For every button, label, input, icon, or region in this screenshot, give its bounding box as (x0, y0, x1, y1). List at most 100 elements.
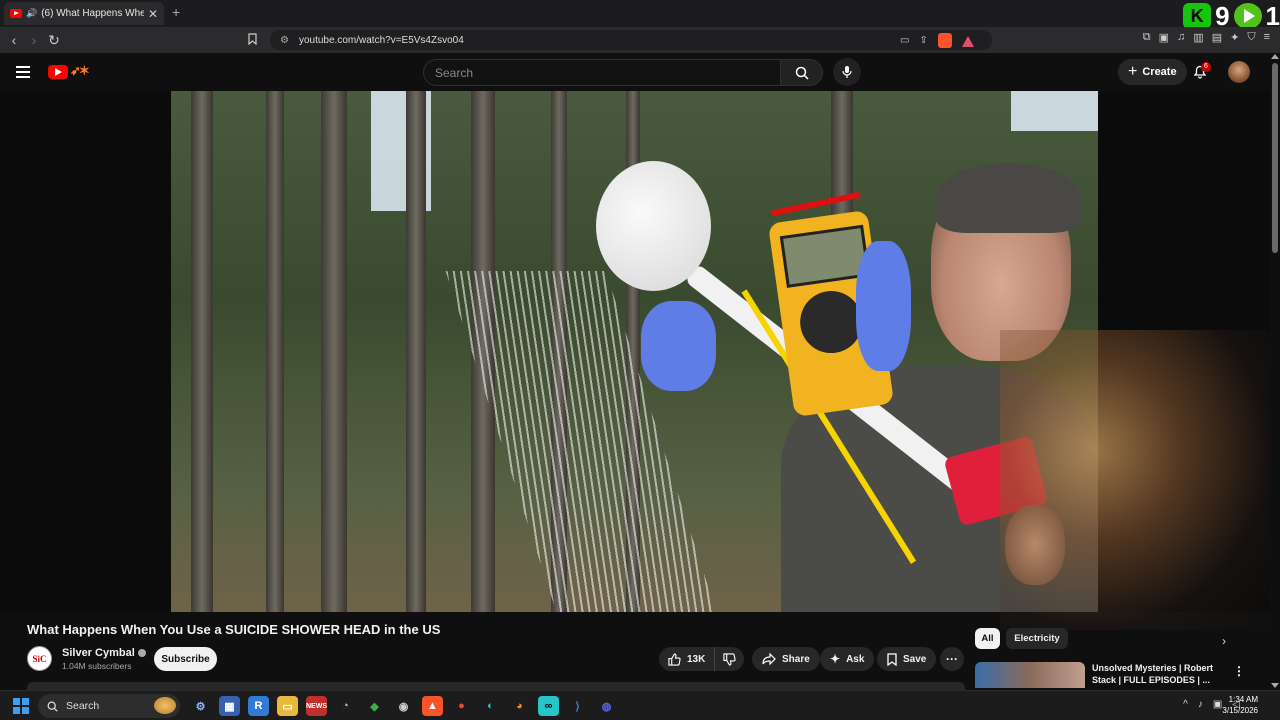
url-text: youtube.com/watch?v=E5Vs4Zsvo04 (298, 34, 464, 46)
search-icon (795, 66, 809, 80)
scroll-up-icon[interactable] (1271, 54, 1279, 59)
tree-trunk (406, 91, 426, 612)
blue-glove (641, 301, 716, 391)
address-bar[interactable]: ⚙ youtube.com/watch?v=E5Vs4Zsvo04 (270, 30, 992, 50)
edge-icon[interactable]: ◐ (480, 696, 501, 716)
channel-name[interactable]: Silver Cymbal (62, 647, 146, 659)
avatar[interactable] (1228, 61, 1250, 83)
github-icon[interactable]: ◉ (393, 696, 414, 716)
tray-overflow-icon[interactable]: ^ (1183, 699, 1188, 710)
speaker-icon[interactable]: 🔊 (26, 8, 37, 19)
brave-browser-icon[interactable]: ▲ (422, 696, 443, 716)
remote-desktop-icon[interactable]: R (248, 696, 269, 716)
extensions-icon[interactable]: ⧉ (1143, 31, 1151, 44)
brave-shields-icon[interactable] (937, 33, 952, 48)
new-tab-button[interactable]: + (172, 4, 180, 20)
chip-electricity[interactable]: Electricity (1006, 628, 1068, 649)
youtube-header: ➶✶ + Create 6 (0, 53, 1270, 91)
wallet-icon[interactable]: ▤ (1212, 31, 1222, 44)
browser-tab[interactable]: 🔊 (6) What Happens When You ✕ (4, 2, 164, 25)
search-button[interactable] (781, 59, 823, 86)
share-page-icon[interactable]: ⇪ (919, 35, 927, 46)
ask-label: Ask (846, 653, 865, 665)
youtube-doodle-icon[interactable]: ➶✶ (70, 63, 90, 79)
microphone-icon[interactable]: ♪ (1198, 699, 1203, 710)
menu-icon[interactable]: ≡ (1264, 31, 1270, 44)
create-button[interactable]: + Create (1118, 59, 1187, 85)
thumbs-down-icon (723, 652, 736, 666)
dislike-button[interactable] (715, 652, 744, 666)
file-explorer-icon[interactable]: ▭ (277, 696, 298, 716)
scroll-down-icon[interactable] (1271, 683, 1279, 688)
reload-icon[interactable]: ↻ (44, 32, 64, 49)
leo-ai-icon[interactable]: ✦ (1230, 31, 1239, 44)
windows-start-icon[interactable] (13, 698, 29, 714)
clock-time: 1:34 AM (1228, 695, 1258, 704)
chevron-right-icon[interactable]: › (1222, 634, 1226, 648)
back-icon[interactable]: ‹ (4, 32, 24, 48)
page-scrollbar[interactable] (1270, 53, 1280, 690)
more-actions-button[interactable]: ··· (940, 647, 964, 671)
channel-name-text: Silver Cymbal (62, 647, 135, 659)
tab-close-icon[interactable]: ✕ (148, 7, 158, 21)
search-input[interactable] (423, 59, 781, 86)
recommendation-thumbnail[interactable] (975, 662, 1085, 688)
vscode-icon[interactable]: ⟩ (567, 696, 588, 716)
browser-tab-strip: 🔊 (6) What Happens When You ✕ + K 9 1 (0, 0, 1280, 31)
ask-button[interactable]: ✦ Ask (820, 647, 875, 671)
app-icon[interactable]: ▦ (219, 696, 240, 716)
thumbs-up-icon (668, 652, 681, 666)
video-frame[interactable] (171, 91, 1098, 612)
webcam-face (1005, 505, 1065, 585)
scroll-thumb[interactable] (1272, 63, 1278, 253)
sparkle-icon: ✦ (830, 652, 841, 666)
browser-toolbar: ‹ › ↻ ⚙ youtube.com/watch?v=E5Vs4Zsvo04 … (0, 27, 1280, 53)
subscriber-count: 1.04M subscribers (62, 661, 132, 671)
save-button[interactable]: Save (877, 647, 937, 671)
channel-avatar[interactable]: SiC (27, 646, 52, 671)
clock-app-icon[interactable]: ◔ (335, 696, 356, 716)
cast-icon[interactable]: ▭ (900, 35, 909, 46)
share-button[interactable]: Share (752, 647, 820, 671)
microphone-icon (842, 66, 852, 78)
voice-search-button[interactable] (833, 58, 861, 86)
chip-all[interactable]: All (975, 628, 1000, 649)
verified-icon (137, 649, 146, 658)
forward-icon[interactable]: › (24, 32, 44, 48)
recommendation-title[interactable]: Unsolved Mysteries | Robert Stack | FULL… (1092, 662, 1220, 686)
like-button[interactable]: 13K (659, 647, 716, 671)
firefox-icon[interactable]: ◕ (509, 696, 530, 716)
share-icon (762, 653, 776, 665)
subscribe-button[interactable]: Subscribe (154, 647, 217, 671)
pie-day-icon (154, 697, 176, 714)
sidebar-toggle-icon[interactable]: ▥ (1193, 31, 1203, 44)
taskbar-apps: ⚙ ▦ R ▭ NEWS ◔ ◆ ◉ ▲ ● ◐ ◕ ∞ ⟩ ◍ (190, 696, 617, 716)
news-app-icon[interactable]: NEWS (306, 696, 327, 716)
maps-app-icon[interactable]: ◆ (364, 696, 385, 716)
site-settings-icon[interactable]: ⚙ (280, 35, 289, 46)
chrome-icon[interactable]: ● (451, 696, 472, 716)
brave-rewards-icon[interactable] (961, 36, 974, 47)
vpn-icon[interactable]: ⛉ (1247, 31, 1255, 44)
taskbar-clock[interactable]: 1:34 AM 3/15/2026 (1222, 694, 1258, 716)
person-hair (936, 163, 1081, 233)
description-box[interactable] (27, 682, 965, 690)
like-count: 13K (687, 653, 706, 665)
guide-menu-icon[interactable] (16, 66, 30, 81)
play-badge-icon (1233, 3, 1262, 29)
recommendation-more-icon[interactable]: ⋮ (1233, 664, 1245, 678)
taskbar-search[interactable]: Search (38, 694, 180, 718)
media-icon[interactable]: ♫ (1177, 31, 1185, 44)
task-view-icon[interactable]: ⚙ (190, 696, 211, 716)
bookmark-icon[interactable] (248, 33, 257, 48)
search-box (423, 59, 823, 86)
discord-icon[interactable]: ◍ (596, 696, 617, 716)
windows-taskbar: Search ⚙ ▦ R ▭ NEWS ◔ ◆ ◉ ▲ ● ◐ ◕ ∞ ⟩ ◍ … (0, 690, 1280, 720)
blue-glove (856, 241, 911, 371)
network-icon[interactable]: ▣ (1213, 699, 1222, 710)
webcam-overlay (1000, 330, 1270, 630)
youtube-logo[interactable] (48, 65, 68, 79)
screenshot-icon[interactable]: ▣ (1159, 31, 1169, 44)
app-icon[interactable]: ∞ (538, 696, 559, 716)
tree-trunk (321, 91, 347, 612)
